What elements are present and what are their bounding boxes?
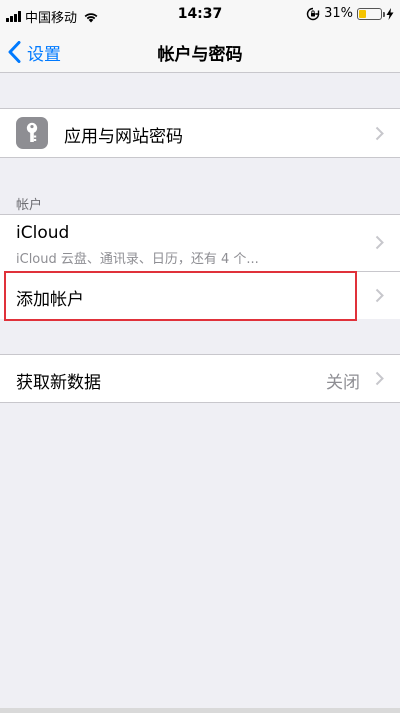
bottom-edge <box>0 708 400 713</box>
chevron-right-icon <box>375 126 384 141</box>
charging-bolt-icon <box>386 7 394 20</box>
chevron-right-icon <box>375 288 384 303</box>
chevron-right-icon <box>375 371 384 386</box>
icloud-account-cell[interactable]: iCloud iCloud 云盘、通讯录、日历，还有 4 个... <box>0 215 400 271</box>
battery-percent: 31% <box>324 6 353 21</box>
key-icon <box>16 117 48 149</box>
fetch-new-data-value: 关闭 <box>326 373 360 393</box>
rotation-lock-icon <box>306 7 320 20</box>
app-website-passwords-cell[interactable]: 应用与网站密码 <box>0 109 400 157</box>
icloud-subtitle: iCloud 云盘、通讯录、日历，还有 4 个... <box>16 252 259 267</box>
accounts-group: iCloud iCloud 云盘、通讯录、日历，还有 4 个... 添加帐户 <box>0 214 400 319</box>
passwords-label: 应用与网站密码 <box>64 127 183 147</box>
battery-fill <box>359 9 366 18</box>
status-right: 31% <box>306 6 394 21</box>
chevron-right-icon <box>375 235 384 250</box>
page-title: 帐户与密码 <box>157 45 243 65</box>
fetch-new-data-cell[interactable]: 获取新数据 关闭 <box>0 355 400 402</box>
icloud-label: iCloud <box>16 223 70 243</box>
passwords-group: 应用与网站密码 <box>0 108 400 158</box>
battery-icon <box>357 7 385 20</box>
fetch-new-data-label: 获取新数据 <box>16 373 101 393</box>
add-account-cell[interactable]: 添加帐户 <box>0 272 400 319</box>
add-account-label: 添加帐户 <box>16 290 84 310</box>
status-bar: 中国移动 14:37 31% <box>0 0 400 30</box>
navigation-bar: 设置 帐户与密码 <box>0 30 400 73</box>
fetch-group: 获取新数据 关闭 <box>0 354 400 403</box>
accounts-section-header: 帐户 <box>16 198 43 213</box>
